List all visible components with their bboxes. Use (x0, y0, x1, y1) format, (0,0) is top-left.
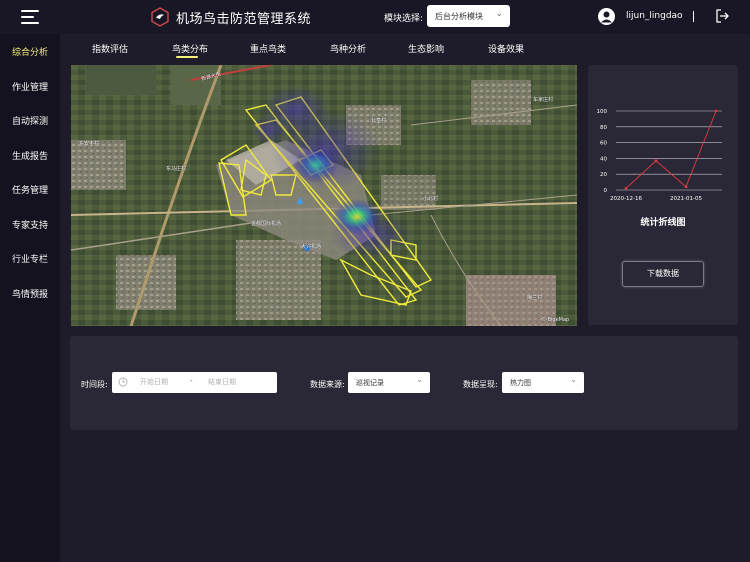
active-tab-indicator (176, 56, 198, 58)
sidebar-item-industry-column[interactable]: 行业专栏 (0, 252, 60, 265)
chart-title: 统计折线图 (640, 218, 686, 228)
map-canvas (71, 65, 577, 326)
user-avatar-icon[interactable] (598, 8, 615, 25)
map-label-village: 东安丰村 (79, 141, 100, 147)
module-select[interactable]: 后台分析模块 ⌄ (427, 5, 510, 27)
data-point (654, 159, 658, 163)
sidebar-item-operation-management[interactable]: 作业管理 (0, 80, 60, 93)
download-data-button[interactable]: 下载数据 (622, 261, 704, 287)
map-attribution: © BigeMap (541, 317, 570, 323)
sidebar-item-bird-forecast[interactable]: 鸟情预报 (0, 287, 60, 300)
x-tick-label: 2021-01-05 (670, 196, 702, 202)
tab-key-birds[interactable]: 重点鸟类 (250, 42, 286, 55)
date-range-picker[interactable] (112, 372, 277, 393)
data-display-select[interactable]: 热力图 ⌄ (502, 372, 584, 393)
sidebar-item-expert-support[interactable]: 专家支持 (0, 218, 60, 231)
y-tick-label: 100 (597, 109, 608, 115)
date-separator: - (190, 377, 193, 385)
map-label-village: 车家庄村 (533, 97, 554, 103)
time-range-label: 时间段: (81, 380, 108, 389)
sidebar-item-auto-detection[interactable]: 自动探测 (0, 114, 60, 127)
app-title: 机场鸟击防范管理系统 (176, 12, 312, 27)
tab-species-analysis[interactable]: 鸟种分析 (330, 42, 366, 55)
line-chart: 0 20 40 60 80 100 2020-12-16 2021-01-05 (597, 109, 722, 202)
x-tick-label: 2020-12-16 (610, 196, 642, 202)
map-label-village: 梅兰村 (527, 295, 543, 301)
sidebar-item-generate-report[interactable]: 生成报告 (0, 149, 60, 162)
satellite-heatmap[interactable]: 东安丰村 车家庄村 东马庄村 北皇村 小北村 梅兰村 首都国际机场 新源大街 大… (71, 65, 577, 326)
hamburger-menu-icon[interactable] (21, 10, 39, 24)
y-tick-label: 20 (600, 172, 607, 178)
data-point (714, 109, 718, 113)
y-tick-label: 80 (600, 125, 607, 131)
chevron-down-icon: ⌄ (495, 9, 503, 19)
sidebar-item-comprehensive-analysis[interactable]: 综合分析 (0, 45, 60, 58)
tab-bird-distribution[interactable]: 鸟类分布 (172, 42, 208, 55)
tab-ecological-impact[interactable]: 生态影响 (408, 42, 444, 55)
data-source-label: 数据来源: (310, 380, 345, 389)
tab-index-assessment[interactable]: 指数评估 (92, 42, 128, 55)
chevron-down-icon: ⌄ (416, 375, 423, 384)
map-label-airport: 首都国际机场 (251, 221, 282, 227)
data-point (624, 187, 628, 190)
module-select-value: 后台分析模块 (435, 12, 483, 21)
top-bar: 机场鸟击防范管理系统 模块选择: 后台分析模块 ⌄ lijun_lingdao (0, 0, 750, 34)
data-source-select[interactable]: 巡视记录 ⌄ (348, 372, 430, 393)
y-tick-label: 60 (600, 141, 607, 147)
data-source-value: 巡视记录 (356, 379, 384, 387)
map-label-place: 大兴机场 (301, 244, 322, 250)
data-point (684, 185, 688, 189)
data-display-label: 数据呈现: (463, 380, 498, 389)
sidebar-item-task-management[interactable]: 任务管理 (0, 183, 60, 196)
clock-icon (118, 377, 128, 387)
chevron-down-icon: ⌄ (570, 375, 577, 384)
module-label: 模块选择: (384, 14, 424, 24)
y-tick-label: 40 (600, 156, 607, 162)
data-display-value: 热力图 (510, 379, 531, 387)
map-label-village: 小北村 (423, 196, 439, 202)
series-line (625, 110, 717, 189)
y-tick-label: 0 (604, 188, 608, 194)
end-date-input[interactable]: 结束日期 (208, 377, 236, 387)
logout-icon[interactable] (715, 9, 729, 23)
header-divider (693, 11, 694, 22)
map-label-village: 东马庄村 (166, 166, 187, 172)
username: lijun_lingdao (626, 11, 683, 21)
tab-equipment-effect[interactable]: 设备效果 (488, 42, 524, 55)
bird-logo-icon (151, 7, 169, 27)
start-date-input[interactable]: 开始日期 (140, 377, 168, 387)
map-label-village: 北皇村 (371, 118, 387, 124)
